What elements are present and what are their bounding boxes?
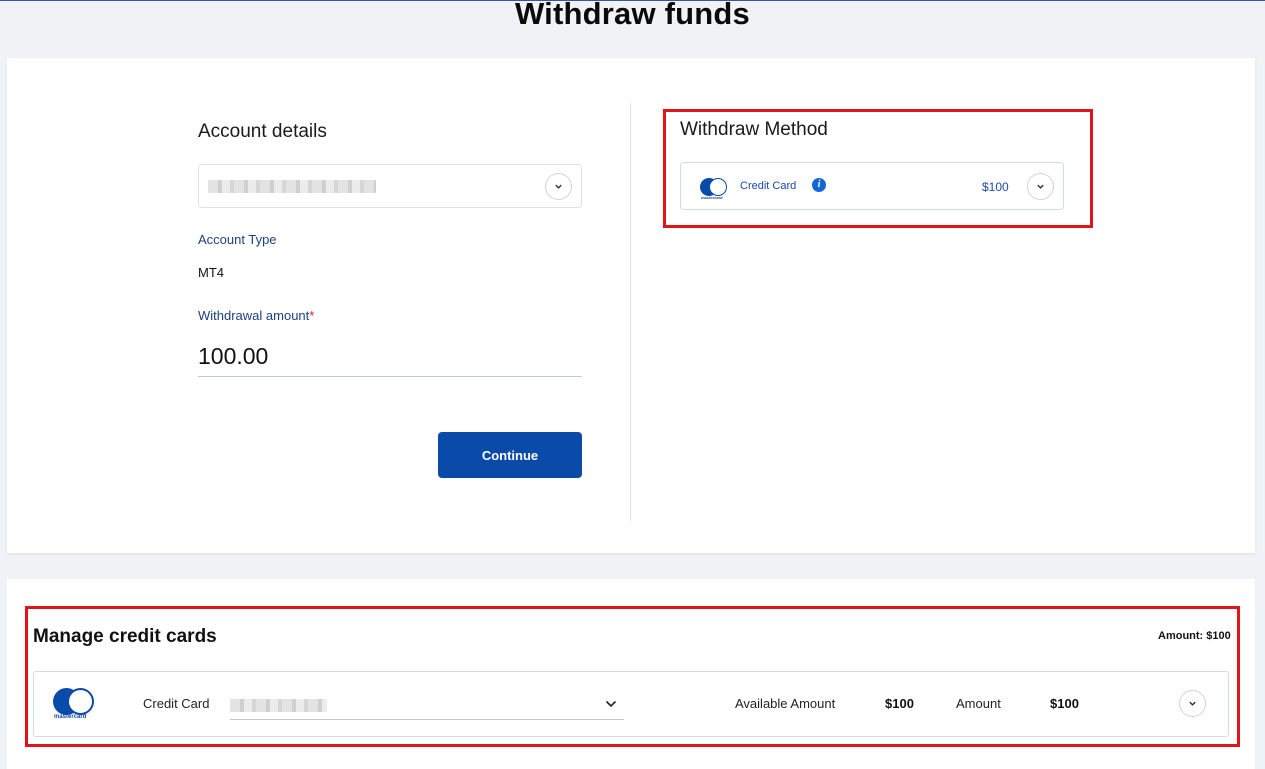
- withdrawal-amount-label: Withdrawal amount*: [198, 308, 314, 323]
- account-select-toggle[interactable]: [545, 173, 572, 200]
- account-details-title: Account details: [198, 121, 327, 142]
- column-divider: [630, 103, 631, 521]
- withdrawal-amount-input[interactable]: [198, 336, 582, 377]
- account-type-label: Account Type: [198, 232, 277, 247]
- page-title: Withdraw funds: [515, 0, 750, 31]
- withdrawal-amount-label-text: Withdrawal amount: [198, 308, 310, 323]
- chevron-down-icon: [555, 184, 562, 189]
- continue-button[interactable]: Continue: [438, 432, 582, 478]
- account-select[interactable]: [198, 164, 582, 208]
- required-marker: *: [309, 308, 315, 323]
- account-number-redacted: [208, 180, 376, 193]
- account-type-value: MT4: [198, 265, 224, 280]
- manage-cards-highlight: [25, 606, 1240, 747]
- withdraw-method-highlight: [663, 109, 1093, 228]
